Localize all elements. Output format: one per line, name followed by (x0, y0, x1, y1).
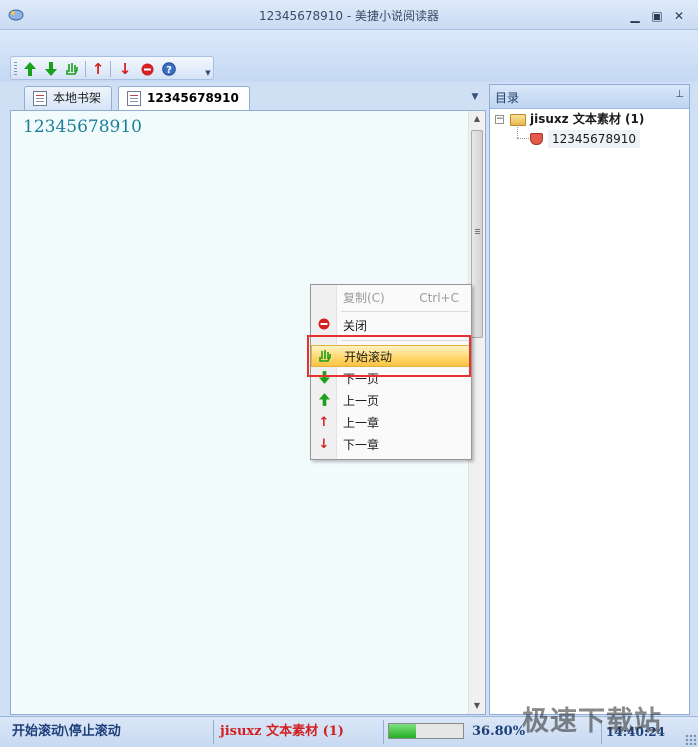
menu-item-next-chapter[interactable]: ↓ 下一章 (311, 434, 471, 456)
reading-progress-bar (388, 723, 464, 739)
progress-fill (389, 724, 417, 738)
menu-item-prev-page[interactable]: 上一页 (311, 390, 471, 412)
document-icon (127, 91, 141, 106)
toc-title: 目录 (495, 91, 520, 105)
menu-item-shortcut: Ctrl+C (419, 291, 459, 305)
scrollbar-thumb[interactable] (471, 130, 483, 338)
down-green-arrow-icon[interactable] (42, 60, 60, 78)
maximize-button[interactable]: ▣ (650, 10, 664, 22)
svg-text:?: ? (166, 65, 172, 76)
document-icon (33, 91, 47, 106)
menu-item-label: 上一页 (343, 394, 380, 408)
minimize-button[interactable]: ▁ (628, 10, 642, 22)
quick-toolbar: ↑ ↓ ? ▼ (10, 56, 214, 80)
status-book-name: jisuxz 文本素材 (1) (220, 724, 344, 739)
tab-label: 本地书架 (53, 91, 102, 105)
scroll-hand-icon[interactable] (63, 60, 81, 78)
title-bar: 12345678910 - 美捷小说阅读器 ▁ ▣ ✕ (0, 0, 698, 30)
toolbar-separator (85, 61, 86, 77)
document-text: 12345678910 (23, 117, 142, 137)
book-icon (530, 133, 543, 145)
toolbar-overflow-icon[interactable]: ▼ (204, 68, 212, 78)
tab-current-book[interactable]: 12345678910 (118, 86, 250, 111)
tree-node-root[interactable]: jisuxz 文本素材 (1) (530, 110, 644, 128)
ribbon-area: ↑ ↓ ? ▼ (0, 30, 698, 82)
menu-separator (341, 311, 469, 312)
close-button[interactable]: ✕ (672, 10, 686, 22)
tree-connector (517, 138, 529, 139)
toc-header: 目录 ⊥ (490, 85, 689, 109)
scroll-down-arrow-icon[interactable]: ▼ (469, 698, 485, 714)
menu-item-prev-chapter[interactable]: ↑ 上一章 (311, 412, 471, 434)
menu-item-label: 复制(C) (343, 291, 385, 305)
help-icon[interactable]: ? (160, 60, 178, 78)
menu-item-close[interactable]: 关闭 (311, 315, 471, 337)
scroll-up-arrow-icon[interactable]: ▲ (469, 111, 485, 127)
down-red-arrow-icon[interactable]: ↓ (116, 60, 134, 78)
menu-item-label: 上一章 (343, 416, 380, 430)
status-scroll-toggle: 开始滚动\停止滚动 (12, 724, 121, 739)
folder-open-icon (510, 114, 526, 126)
progress-percent: 36.80% (472, 724, 526, 739)
toolbar-grip[interactable] (14, 62, 17, 75)
tree-connector (517, 127, 518, 138)
close-red-icon[interactable] (138, 60, 156, 78)
down-red-arrow-icon: ↓ (318, 437, 330, 452)
status-divider (383, 720, 384, 744)
tab-local-bookshelf[interactable]: 本地书架 (24, 86, 113, 110)
up-red-arrow-icon: ↑ (318, 415, 330, 430)
up-green-arrow-icon[interactable] (21, 60, 39, 78)
watermark-logo: 极速下载站 (522, 706, 662, 737)
menu-item-label: 下一章 (343, 438, 380, 452)
status-divider (213, 720, 214, 744)
up-green-arrow-icon (317, 393, 331, 409)
tab-list-dropdown-icon[interactable]: ▼ (470, 92, 480, 102)
toolbar-separator (110, 61, 111, 77)
pin-icon[interactable]: ⊥ (675, 89, 684, 100)
tab-label: 12345678910 (147, 91, 239, 105)
resize-grip[interactable] (685, 734, 696, 745)
tab-strip: 本地书架 12345678910 ▼ (10, 84, 486, 111)
menu-item-copy[interactable]: 复制(C) Ctrl+C (311, 287, 471, 309)
window-title: 12345678910 - 美捷小说阅读器 (259, 9, 439, 23)
tree-node-book[interactable]: 12345678910 (548, 130, 640, 148)
menu-item-label: 关闭 (343, 319, 368, 333)
close-red-icon (317, 318, 331, 334)
annotation-highlight-box (307, 335, 471, 377)
up-red-arrow-icon[interactable]: ↑ (89, 60, 107, 78)
tree-expander-icon[interactable]: − (495, 115, 504, 124)
toc-panel: 目录 ⊥ − jisuxz 文本素材 (1) 12345678910 (489, 84, 690, 715)
